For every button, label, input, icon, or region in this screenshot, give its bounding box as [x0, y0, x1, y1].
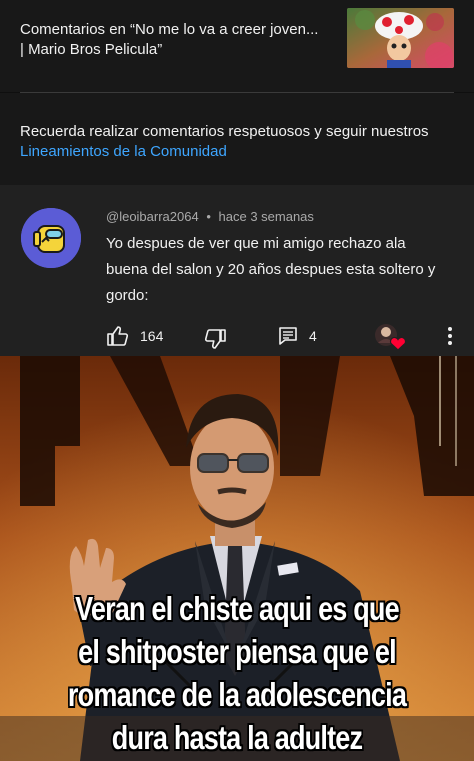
community-guidelines-link[interactable]: Lineamientos de la Comunidad [20, 143, 227, 160]
comments-header: Comentarios en “No me lo va a creer jove… [0, 0, 474, 92]
meme-image: Veran el chiste aqui es que el shitposte… [0, 356, 474, 761]
reply-button[interactable]: 4 [278, 326, 317, 346]
guidelines-text: Recuerda realizar comentarios respetuoso… [20, 122, 460, 162]
dislike-button[interactable] [203, 329, 227, 351]
comment-author[interactable]: @leoibarra2064 [106, 209, 199, 224]
thumbnail-image [347, 8, 454, 68]
creator-heart [374, 323, 408, 351]
meme-caption-line-2: el shitposter piensa que el [78, 633, 397, 670]
thumb-up-icon [107, 326, 129, 346]
comment-item: @leoibarra2064 • hace 3 semanas Yo despu… [0, 185, 474, 356]
creator-heart-icon [375, 324, 407, 351]
comment-text: Yo despues de ver que mi amigo rechazo a… [106, 235, 436, 304]
more-icon [448, 327, 452, 345]
meme-caption-line-4: dura hasta la adultez [111, 719, 363, 756]
like-button[interactable]: 164 [106, 325, 163, 347]
thumb-down-icon [204, 329, 226, 349]
comment-time: hace 3 semanas [218, 209, 314, 224]
meta-separator: • [206, 209, 211, 224]
like-count: 164 [140, 328, 164, 344]
avatar-image [21, 208, 81, 268]
reply-count: 4 [309, 328, 317, 344]
guidelines-message: Recuerda realizar comentarios respetuoso… [20, 123, 429, 140]
meme-caption-line-1: Veran el chiste aqui es que [75, 590, 400, 627]
reply-icon [279, 327, 297, 345]
video-thumbnail[interactable] [347, 8, 454, 68]
comment-meta: @leoibarra2064 • hace 3 semanas [106, 209, 314, 224]
comment-actions: 164 4 [0, 323, 474, 351]
video-title[interactable]: Comentarios en “No me lo va a creer jove… [20, 20, 320, 60]
avatar[interactable] [21, 208, 81, 268]
meme-caption-line-3: romance de la adolescencia [67, 676, 407, 713]
community-guidelines-notice: Recuerda realizar comentarios respetuoso… [0, 93, 474, 185]
more-options-button[interactable] [446, 326, 454, 346]
